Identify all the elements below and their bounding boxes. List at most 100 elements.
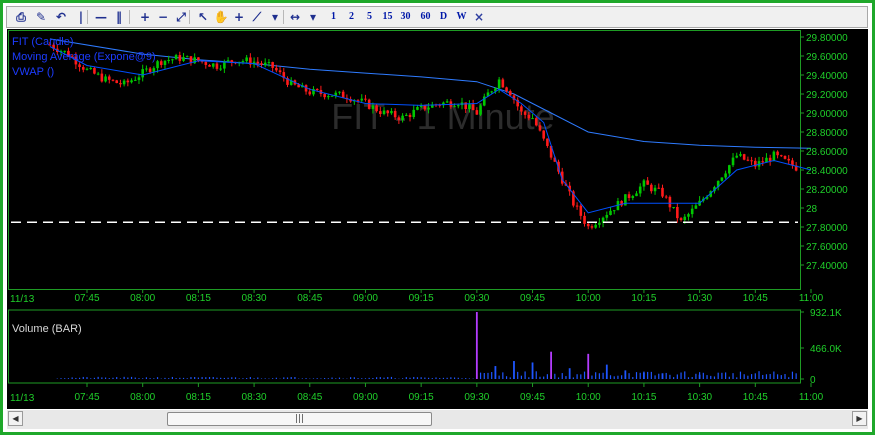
candle-body — [219, 68, 222, 70]
crosshair-icon[interactable]: + — [231, 9, 247, 25]
undo-icon[interactable]: ↶ — [53, 9, 69, 25]
volume-pane-border — [8, 309, 801, 384]
time-tick-label: 11:00 — [799, 392, 824, 403]
interval-button-D[interactable]: D — [435, 9, 452, 25]
candle-body — [256, 61, 260, 64]
candle-body — [445, 101, 449, 103]
candle-body — [586, 223, 590, 227]
candle-body — [490, 91, 493, 93]
candle-body — [746, 159, 750, 161]
scroll-arrows-icon[interactable]: ↔ — [287, 9, 303, 25]
scrollbar-thumb[interactable]: ||| — [167, 412, 432, 426]
price-axis[interactable]: 29.80000 29.60000 29.40000 29.20000 29.00000… — [800, 33, 848, 272]
time-axis-volume-pane: 07:45 08:00 08:15 08:30 08:45 09:00 09:15 09:30… — [74, 383, 824, 403]
print-icon[interactable]: ⎙ — [13, 9, 29, 25]
dropdown-icon[interactable]: ▾ — [305, 9, 321, 25]
candle-body — [275, 67, 278, 71]
pointer-icon[interactable]: ↖ — [195, 9, 211, 25]
legend-item-vwap[interactable]: VWAP () — [12, 66, 54, 78]
candle-body — [382, 110, 386, 115]
candle-body — [100, 73, 104, 82]
candle-body — [471, 104, 475, 111]
volume-axis: 932.1K466.0K0 — [800, 308, 842, 386]
hand-icon[interactable]: ✋ — [213, 9, 229, 25]
candle-body — [720, 177, 724, 181]
zoom-out-icon[interactable]: − — [155, 9, 171, 25]
candle-body — [505, 87, 508, 92]
candle-body — [679, 218, 683, 221]
volume-pane — [56, 312, 797, 379]
close-icon[interactable]: × — [471, 9, 487, 25]
price-pane-border — [8, 30, 801, 290]
horizontal-scrollbar[interactable]: ◀ ||| ▶ — [7, 410, 868, 429]
vertical-line-icon[interactable]: | — [73, 9, 89, 25]
candle-body — [226, 60, 230, 62]
time-tick-label: 10:45 — [743, 293, 768, 304]
zoom-in-icon[interactable]: + — [137, 9, 153, 25]
scroll-right-button[interactable]: ▶ — [852, 411, 867, 426]
trend-line-icon[interactable]: ⟋ — [249, 9, 265, 25]
chart-canvas[interactable]: FIT - 1 Minute FIT (Candle) Moving Avera… — [7, 29, 868, 409]
arrow-left-icon: ◀ — [12, 414, 19, 423]
candle-body — [81, 67, 85, 70]
candle-body — [579, 205, 583, 216]
volume-tick-label: 932.1K — [810, 308, 842, 319]
candle-body — [215, 63, 219, 69]
scroll-left-button[interactable]: ◀ — [8, 411, 23, 426]
candle-body — [178, 55, 182, 61]
price-grid — [8, 30, 801, 384]
horizontal-line-icon[interactable]: — — [93, 9, 109, 25]
candle-body — [750, 160, 753, 162]
toolbar-separator — [129, 10, 130, 24]
time-tick-label: 11:00 — [799, 293, 824, 304]
candle-body — [386, 110, 390, 114]
dropdown-icon[interactable]: ▾ — [267, 9, 283, 25]
candle-body — [527, 114, 531, 119]
candle-body — [765, 157, 768, 163]
candle-body — [379, 111, 382, 115]
pause-bars-icon[interactable]: ‖ — [111, 9, 127, 25]
interval-button-2[interactable]: 2 — [343, 9, 360, 25]
candle-body — [241, 61, 245, 63]
interval-button-15[interactable]: 15 — [379, 9, 396, 25]
candle-body — [594, 224, 597, 228]
time-tick-label: 10:00 — [576, 392, 601, 403]
candle-body — [148, 68, 152, 73]
candle-body — [520, 106, 523, 112]
candle-body — [768, 157, 772, 162]
candle-body — [642, 180, 646, 187]
candle-body — [776, 151, 779, 156]
chart-draw-icon[interactable]: ✎ — [33, 9, 49, 25]
candle-body — [137, 77, 141, 80]
candle-body — [271, 62, 274, 68]
interval-button-1[interactable]: 1 — [325, 9, 342, 25]
time-tick-label: 09:30 — [464, 392, 489, 403]
candle-body — [683, 216, 687, 221]
candle-body — [783, 155, 787, 159]
price-tick-label: 28.80000 — [806, 128, 848, 139]
price-tick-label: 28.40000 — [806, 166, 848, 177]
candle-body — [427, 107, 430, 110]
time-tick-label: 09:00 — [353, 392, 378, 403]
chart-panel: FIT - 1 Minute FIT (Candle) Moving Avera… — [7, 29, 868, 409]
interval-button-W[interactable]: W — [453, 9, 470, 25]
legend-item-ema[interactable]: Moving Average (Expone@9) — [12, 51, 156, 63]
candle-body — [731, 157, 735, 166]
candle-body — [475, 110, 479, 115]
interval-button-30[interactable]: 30 — [397, 9, 414, 25]
volume-pane-title: Volume (BAR) — [12, 323, 82, 335]
price-tick-label: 27.40000 — [806, 261, 848, 272]
price-tick-label: 29.60000 — [806, 52, 848, 63]
interval-button-5[interactable]: 5 — [361, 9, 378, 25]
candle-body — [672, 207, 675, 209]
legend-item-candle[interactable]: FIT (Candle) — [12, 36, 74, 48]
fit-screen-icon[interactable]: ⤢ — [173, 9, 189, 25]
candle-body — [327, 96, 330, 98]
price-tick-label: 28 — [806, 204, 818, 215]
candle-body — [130, 80, 133, 83]
candle-body — [479, 105, 482, 115]
candle-body — [341, 91, 345, 98]
interval-button-60[interactable]: 60 — [417, 9, 434, 25]
time-tick-label: 08:15 — [186, 392, 211, 403]
candle-body — [115, 80, 119, 84]
